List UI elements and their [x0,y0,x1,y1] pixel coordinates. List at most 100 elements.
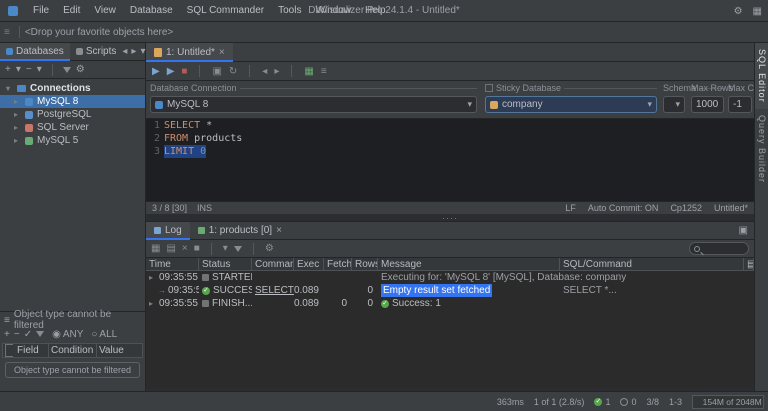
remove-dropdown-icon[interactable]: ▾ [37,64,42,75]
history-forward-icon[interactable]: ▸ [274,66,279,77]
float-panel-icon[interactable]: ▣ [739,225,754,236]
log-search-input[interactable] [689,242,749,255]
radio-any[interactable]: ◉ ANY [52,329,83,340]
tree-options-icon[interactable]: ⚙ [76,64,85,75]
menu-window[interactable]: Window [308,5,358,16]
col-command[interactable]: Command [252,258,294,271]
clear-log-icon[interactable]: × [182,243,188,254]
favorites-menu-icon[interactable]: ≡ [4,27,10,38]
database-icon [155,101,163,109]
filter-apply-icon[interactable]: ✓ [24,329,32,340]
memory-indicator[interactable]: 154M of 2048M [692,395,764,409]
col-message[interactable]: Message [378,258,560,271]
tab-products-result[interactable]: 1: products [0] × [190,222,290,240]
menu-tools[interactable]: Tools [271,5,308,16]
tree-item-sqlserver[interactable]: ▸ SQL Server [0,121,145,134]
max-chars-input[interactable]: -1 [728,96,752,113]
expand-icon[interactable]: ▸ [14,110,21,119]
tab-log[interactable]: Log [146,222,190,240]
tree-item-postgresql[interactable]: ▸ PostgreSQL [0,108,145,121]
database-select[interactable]: company ▾ [485,96,657,113]
reload-icon[interactable]: ↻ [229,66,237,77]
log-filter-icon[interactable] [234,246,242,252]
col-status[interactable]: Status [199,258,252,271]
line-ending[interactable]: LF [565,203,576,213]
options-menu-icon[interactable]: ≡ [321,66,327,77]
stop-icon[interactable]: ■ [181,66,187,77]
tab-list-icon[interactable]: ▾ [140,46,145,57]
pause-log-icon[interactable]: ■ [194,243,200,254]
menu-sql-commander[interactable]: SQL Commander [180,5,271,16]
close-tab-icon[interactable]: × [276,225,282,236]
database-connection-select[interactable]: MySQL 8 ▾ [150,96,477,113]
encoding[interactable]: Cp1252 [670,203,702,213]
col-rows[interactable]: Rows [352,258,378,271]
tab-databases[interactable]: Databases [0,43,70,61]
log-row-finished[interactable]: ▸09:35:55 FINISH... 0.089 0 0 ✓Success: … [146,297,754,310]
menu-help[interactable]: Help [358,5,393,16]
tree-root-connections[interactable]: ▾ Connections [0,81,145,95]
expand-icon[interactable]: ▸ [14,136,21,145]
filter-remove-icon[interactable]: − [14,329,20,340]
settings-gear-icon[interactable]: ⚙ [734,6,743,17]
tab-query-builder[interactable]: Query Builder [755,109,768,189]
save-icon[interactable]: ▣ [212,66,221,77]
max-rows-input[interactable]: 1000 [691,96,724,113]
log-grid-view-icon[interactable]: ▦ [151,243,160,254]
add-dropdown-icon[interactable]: ▾ [16,64,21,75]
close-tab-icon[interactable]: × [219,47,225,58]
tab-products-label: 1: products [0] [209,225,272,236]
execute-current-icon[interactable]: ▶ [167,66,175,77]
execute-icon[interactable]: ▶ [152,66,160,77]
col-exec[interactable]: Exec [294,258,324,271]
tab-untitled[interactable]: 1: Untitled* × [146,43,233,62]
filter-row-checkbox[interactable] [5,344,13,357]
tab-sql-editor[interactable]: SQL Editor [755,43,768,109]
sort-icon[interactable]: ▾ [223,243,228,254]
col-sql-command[interactable]: SQL/Command [560,258,744,271]
expand-icon[interactable]: ▾ [6,84,13,93]
max-chars-value: -1 [733,99,742,110]
schema-select[interactable]: ▾ [663,96,685,113]
col-time[interactable]: Time [146,258,199,271]
remove-connection-icon[interactable]: − [26,64,32,75]
add-connection-icon[interactable]: + [5,64,11,75]
col-config-icon[interactable]: ▤ [744,258,754,271]
expand-icon[interactable]: ▸ [14,97,21,106]
nav-back-icon[interactable]: ◂ [122,46,127,57]
menu-view[interactable]: View [87,5,123,16]
expand-icon[interactable]: ▸ [149,297,156,310]
filter-disabled-button[interactable]: Object type cannot be filtered [5,362,140,378]
expand-icon[interactable]: ▸ [149,271,156,284]
auto-commit-status[interactable]: Auto Commit: ON [588,203,659,213]
layout-grid-icon[interactable]: ▦ [753,6,762,17]
filter-funnel-icon[interactable] [36,331,44,337]
log-row-success[interactable]: →09:35:55 ✓SUCCESS SELECT 0.089 0 Empty … [146,284,754,297]
tree-item-mysql8[interactable]: ▸ MySQL 8 [0,95,145,108]
command-link[interactable]: SELECT [252,284,294,297]
radio-all[interactable]: ○ ALL [91,329,117,340]
success-check-icon: ✓ [594,398,602,406]
menu-database[interactable]: Database [123,5,180,16]
log-settings-icon[interactable]: ⚙ [265,243,274,254]
log-list-view-icon[interactable]: ▤ [166,243,175,254]
menu-file[interactable]: File [26,5,56,16]
tab-scripts[interactable]: Scripts [70,43,123,61]
message-selected[interactable]: Empty result set fetched [381,284,492,297]
sql-commander-area: 1: Untitled* × ▶ ▶ ■ ▣ ↻ ◂ ▸ ▦ ≡ Databas… [146,43,754,391]
expand-icon[interactable]: ▸ [14,123,21,132]
nav-forward-icon[interactable]: ▸ [131,46,136,57]
sticky-database-checkbox[interactable] [485,84,493,92]
filter-add-icon[interactable]: + [4,329,10,340]
filter-funnel-icon[interactable] [63,67,71,73]
history-back-icon[interactable]: ◂ [262,66,267,77]
commit-icon[interactable]: ▦ [304,66,313,77]
menu-edit[interactable]: Edit [56,5,87,16]
sql-editor[interactable]: 1 SELECT * 2 FROM products 3 LIMIT 0 [146,119,754,201]
app-icon [8,6,18,16]
tree-item-mysql5[interactable]: ▸ MySQL 5 [0,134,145,147]
database-icon [490,101,498,109]
log-row-started[interactable]: ▸09:35:55 STARTED Executing for: 'MySQL … [146,271,754,284]
col-fetch[interactable]: Fetch [324,258,352,271]
fetch-value: 0 [324,297,352,310]
